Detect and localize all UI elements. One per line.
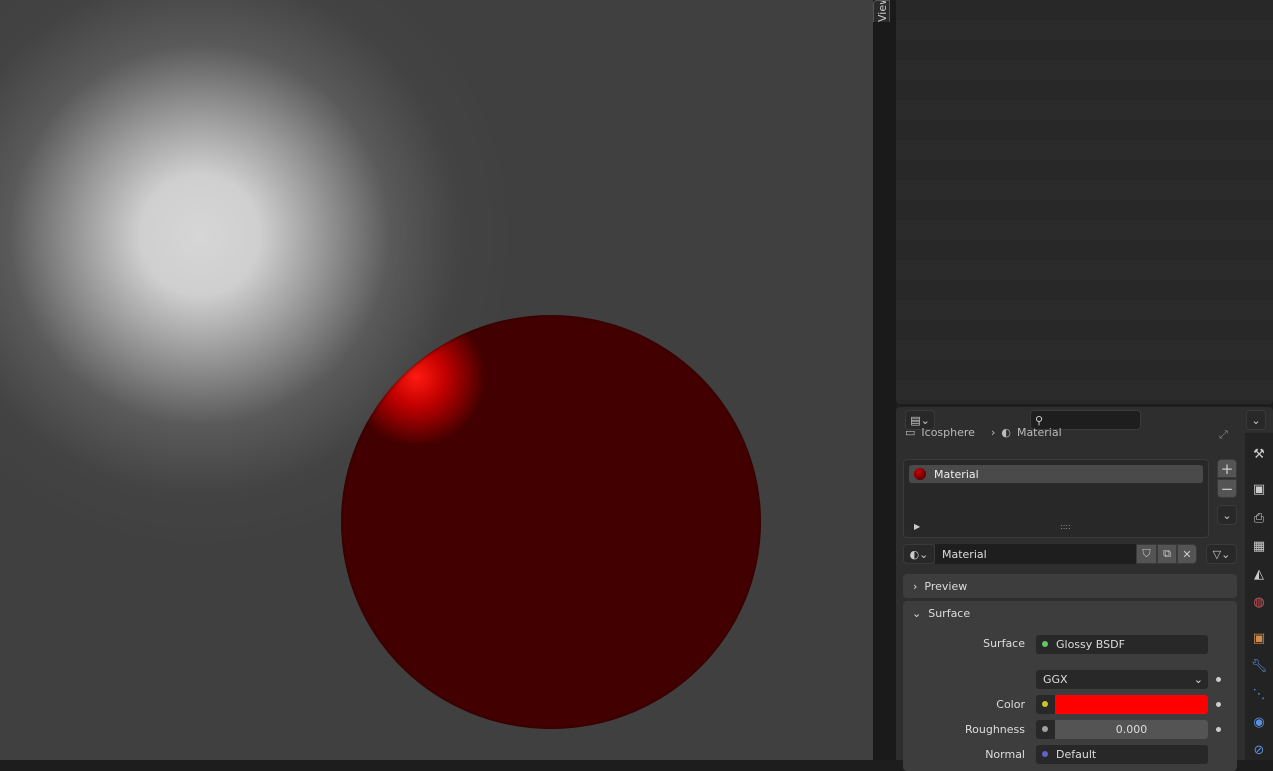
link-mode-button[interactable]: ▽⌄ <box>1206 544 1237 564</box>
constraints-tab-icon[interactable]: ⊘ <box>1250 741 1268 759</box>
add-slot-button[interactable]: + <box>1217 459 1237 478</box>
render-tab-icon[interactable]: ▣ <box>1250 480 1268 498</box>
outliner[interactable] <box>896 0 1273 404</box>
keyframe-dot[interactable] <box>1216 702 1221 707</box>
options-dropdown[interactable]: ⌄ <box>1246 410 1266 430</box>
mesh-icon: ▭ <box>905 426 916 438</box>
unlink-material-button[interactable]: ✕ <box>1177 544 1197 564</box>
normal-label: Normal <box>985 748 1025 761</box>
material-name-field[interactable]: Material <box>935 544 1136 564</box>
pin-icon[interactable]: ⤢ <box>1219 428 1228 442</box>
surface-shader-field[interactable]: Glossy BSDF <box>1036 635 1208 654</box>
browse-material-button[interactable]: ◐⌄ <box>903 544 935 564</box>
view-tab[interactable]: View <box>873 0 890 22</box>
modifier-wrench-icon[interactable]: 🔧︎ <box>1250 657 1268 675</box>
expand-icon[interactable]: ▶ <box>914 522 920 531</box>
surface-panel-header[interactable]: ⌄ Surface <box>903 601 1237 625</box>
3d-viewport[interactable] <box>0 0 873 760</box>
tool-tab-icon[interactable]: ⚒ <box>1250 445 1268 463</box>
chevron-right-icon: › <box>913 579 918 593</box>
surface-label: Surface <box>983 637 1025 650</box>
preview-panel-header[interactable]: › Preview <box>903 574 1237 598</box>
keyframe-dot[interactable] <box>1216 677 1221 682</box>
icosphere-object[interactable] <box>341 315 761 729</box>
roughness-field[interactable]: 0.000 <box>1036 720 1208 739</box>
color-socket-icon <box>1042 701 1048 707</box>
breadcrumb: ▭ Icosphere › ◐ Material <box>905 426 1062 438</box>
roughness-label: Roughness <box>964 723 1025 736</box>
physics-tab-icon[interactable]: ◉ <box>1250 713 1268 731</box>
color-field[interactable] <box>1036 695 1208 714</box>
shader-socket-icon <box>1042 641 1048 647</box>
color-swatch[interactable] <box>1055 695 1208 714</box>
list-item[interactable]: Material <box>909 465 1203 483</box>
scene-tab-icon[interactable]: ◭ <box>1250 565 1268 583</box>
object-tab-icon[interactable]: ▣ <box>1250 629 1268 647</box>
fake-user-button[interactable]: ⛉ <box>1136 544 1157 564</box>
resize-handle[interactable]: :::: <box>1060 522 1071 531</box>
remove-slot-button[interactable]: − <box>1217 479 1237 498</box>
particles-tab-icon[interactable]: ⋱ <box>1250 685 1268 703</box>
float-socket-icon <box>1042 726 1048 732</box>
distribution-dropdown[interactable]: GGX ⌄ <box>1036 670 1208 689</box>
search-icon: ⚲ <box>1035 413 1044 427</box>
output-tab-icon[interactable]: ⎙ <box>1250 509 1268 527</box>
material-icon: ◐ <box>1001 426 1011 438</box>
slot-specials-button[interactable]: ⌄ <box>1217 505 1237 525</box>
vector-socket-icon <box>1042 751 1048 757</box>
normal-field[interactable]: Default <box>1036 745 1208 764</box>
material-preview-icon <box>914 468 926 480</box>
duplicate-material-button[interactable]: ⧉ <box>1157 544 1177 564</box>
chevron-down-icon: ⌄ <box>1193 673 1203 686</box>
keyframe-dot[interactable] <box>1216 727 1221 732</box>
chevron-down-icon: ⌄ <box>912 606 922 620</box>
separator-icon: › <box>990 426 996 438</box>
viewport-sidebar-strip <box>873 0 896 760</box>
world-tab-icon[interactable]: ◍ <box>1250 593 1268 611</box>
view-layer-tab-icon[interactable]: ▦ <box>1250 537 1268 555</box>
color-label: Color <box>996 698 1025 711</box>
